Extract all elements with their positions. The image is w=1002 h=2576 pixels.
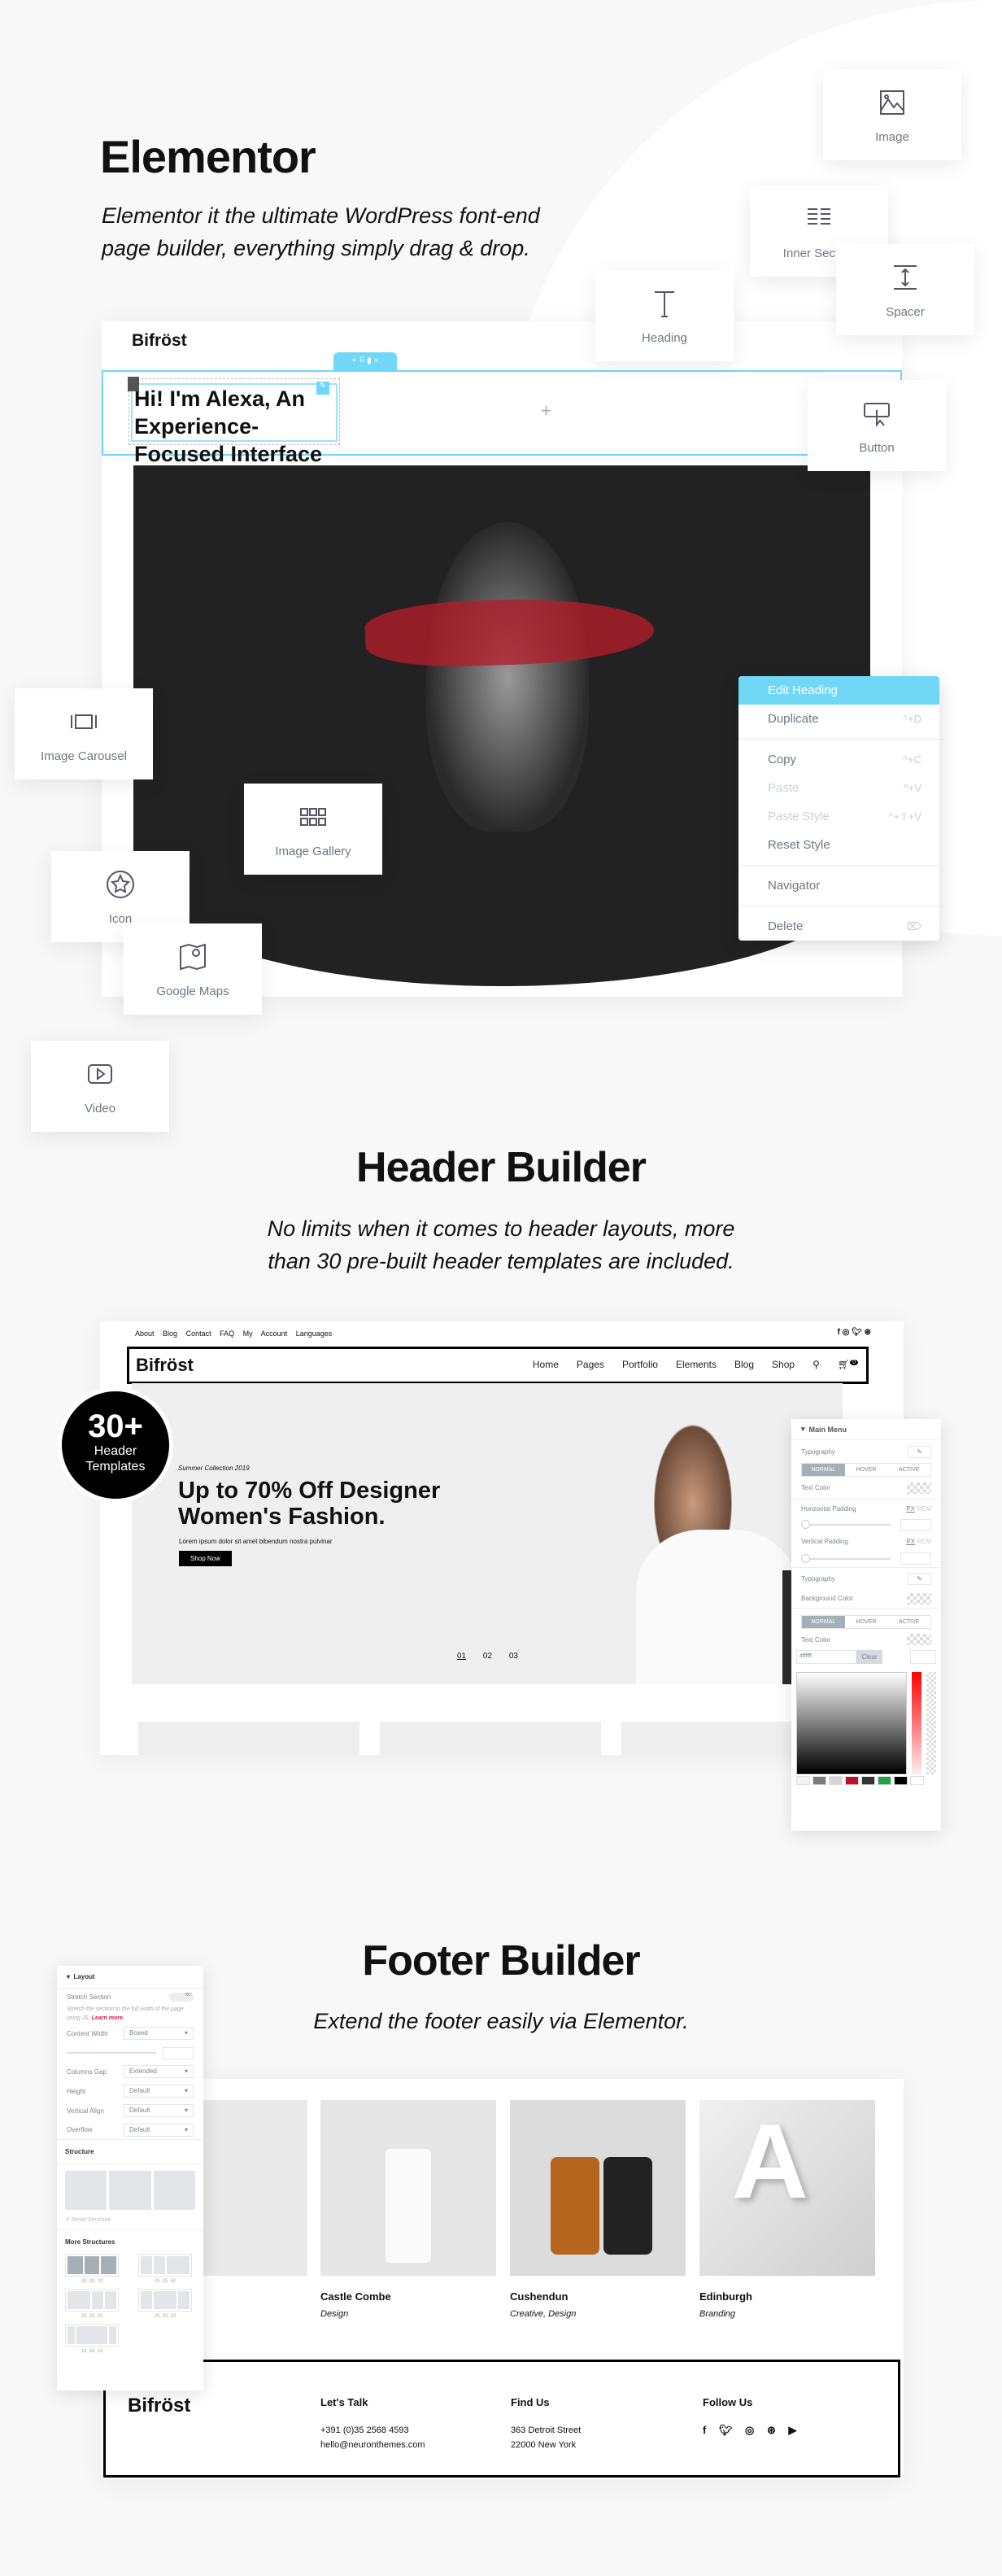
menu-edit-heading[interactable]: Edit Heading [738, 676, 939, 705]
structure-preset[interactable]: 33, 33, 33 [65, 2254, 119, 2284]
product-thumb [380, 1722, 601, 1755]
structure-preset[interactable]: 50, 25, 25 [65, 2289, 119, 2319]
structure-preview[interactable] [65, 2171, 195, 2210]
menu-paste-style[interactable]: Paste Style ^+⇧+V [738, 802, 939, 831]
widget-video[interactable]: Video [31, 1041, 169, 1132]
star-icon [107, 870, 134, 898]
reset-structure-button[interactable]: ↺ Reset Structure [57, 2216, 203, 2230]
clear-button[interactable]: Clear [856, 1650, 882, 1664]
heading-icon [655, 290, 674, 317]
widget-image[interactable]: Image [823, 69, 961, 160]
image-icon [880, 90, 904, 115]
widget-spacer[interactable]: Spacer [836, 244, 974, 335]
templates-badge: 30+ Header Templates [58, 1387, 173, 1503]
header-logo[interactable]: Bifröst [136, 1355, 194, 1376]
video-icon [88, 1063, 112, 1084]
hero-slider: Summer Collection 2019 Up to 70% Off Des… [132, 1383, 843, 1684]
widget-image-carousel[interactable]: Image Carousel [15, 688, 153, 779]
carousel-icon [71, 714, 97, 729]
color-preset[interactable] [812, 1776, 826, 1785]
widget-google-maps[interactable]: Google Maps [124, 923, 262, 1015]
color-preset[interactable] [910, 1776, 924, 1785]
main-nav: Home Pages Portfolio Elements Blog Shop ⚲ 🛒︎ 0 [515, 1359, 858, 1370]
menu-delete[interactable]: Delete ⌦ [738, 912, 939, 941]
color-preset[interactable] [829, 1776, 843, 1785]
map-icon [180, 943, 206, 970]
color-picker[interactable] [796, 1672, 936, 1775]
color-preset[interactable] [861, 1776, 875, 1785]
hex-input[interactable]: #ffffff [796, 1650, 856, 1664]
menu-duplicate[interactable]: Duplicate ^+D [738, 705, 939, 733]
state-tabs-2[interactable]: NORMAL HOVER ACTIVE [801, 1615, 931, 1629]
project-card: Cushendun Creative, Design [510, 2290, 577, 2319]
footer-social-icons[interactable]: f 🐦︎ ◎ ⊛ ▶ [703, 2423, 797, 2438]
color-preset[interactable] [878, 1776, 891, 1785]
layout-panel: ▾ Layout Stretch Section NO Stretch the s… [57, 1966, 203, 2390]
preset-swatches[interactable] [796, 1776, 936, 1785]
topbar-links: About Blog Contact FAQ My Account Langua… [135, 1329, 333, 1338]
heading-widget[interactable]: Hi! I'm Alexa, An Experience- Focused Int… [131, 383, 338, 494]
columns-icon [808, 207, 830, 225]
project-card: Castle Combe Design [320, 2290, 391, 2319]
search-icon[interactable]: ⚲ [812, 1359, 820, 1370]
state-tabs[interactable]: NORMAL HOVER ACTIVE [801, 1463, 931, 1477]
widget-button[interactable]: Button [808, 380, 946, 471]
product-thumb [138, 1722, 359, 1755]
edit-icon[interactable]: ✎ [316, 382, 329, 395]
context-menu: Edit Heading Duplicate ^+D Copy ^+C Paste ^… [738, 676, 939, 941]
menu-navigator[interactable]: Navigator [738, 871, 939, 900]
v-padding-slider[interactable] [791, 1550, 941, 1568]
structure-preset[interactable]: 16, 66, 16 [65, 2324, 119, 2354]
menu-paste[interactable]: Paste ^+V [738, 774, 939, 802]
section-subtitle: Elementor it the ultimate WordPress font… [102, 203, 540, 260]
panel-header[interactable]: ▾ Main Menu [791, 1419, 941, 1440]
gallery-icon [300, 807, 326, 826]
h-padding-slider[interactable] [791, 1517, 941, 1532]
add-column-button[interactable]: + [541, 400, 551, 421]
shop-now-button[interactable]: Shop Now [179, 1551, 232, 1566]
structure-preset[interactable]: 25, 25, 50 [138, 2254, 192, 2284]
header-builder-subtitle: No limits when it comes to header layout… [267, 1216, 735, 1273]
menu-copy[interactable]: Copy ^+C [738, 745, 939, 774]
hero-title: Up to 70% Off Designer Women's Fashion. [178, 1478, 441, 1530]
main-menu-panel: ▾ Main Menu Typography ✎ NORMAL HOVER ACTIV… [791, 1419, 941, 1831]
header-preview: About Blog Contact FAQ My Account Langua… [100, 1321, 904, 1755]
cart-icon[interactable]: 🛒︎ 0 [838, 1359, 858, 1370]
button-icon [864, 402, 890, 427]
structure-preset[interactable]: 25, 50, 25 [138, 2289, 192, 2319]
slide-pagination[interactable]: 01 02 03 [457, 1652, 518, 1661]
project-image[interactable]: A [699, 2100, 875, 2276]
preview-logo: Bifröst [132, 331, 187, 350]
stretch-toggle[interactable]: NO [169, 1992, 194, 2002]
spacer-icon [894, 264, 917, 290]
column-handle[interactable] [128, 377, 139, 391]
section-handle[interactable]: + ⠿ ▮ × [333, 352, 397, 370]
footer-preview: A Castle Combe Design Cushendun Creative, … [102, 2079, 904, 2479]
header-builder-title: Header Builder [356, 1144, 647, 1191]
footer-logo[interactable]: Bifröst [128, 2395, 190, 2417]
color-preset[interactable] [796, 1776, 810, 1785]
color-preset[interactable] [894, 1776, 908, 1785]
color-preset[interactable] [845, 1776, 859, 1785]
color-swatch[interactable] [907, 1482, 931, 1494]
menu-reset-style[interactable]: Reset Style [738, 831, 939, 859]
main-header-box: Bifröst Home Pages Portfolio Elements Blog Sh… [127, 1347, 869, 1384]
project-image[interactable] [510, 2100, 686, 2276]
edit-typography-button[interactable]: ✎ [908, 1445, 931, 1458]
project-image[interactable] [320, 2100, 496, 2276]
footer-box: Bifröst Let's Talk +391 (0)35 2568 4593 he… [103, 2360, 900, 2478]
widget-image-gallery[interactable]: Image Gallery [244, 784, 382, 875]
social-icons[interactable]: f ◎ 🐦︎ ⊛ [838, 1328, 871, 1337]
selected-section[interactable]: Hi! I'm Alexa, An Experience- Focused Int… [102, 370, 902, 494]
section-title: Elementor [100, 131, 316, 182]
widget-heading[interactable]: Heading [595, 270, 734, 361]
project-card: Edinburgh Branding [699, 2290, 752, 2319]
